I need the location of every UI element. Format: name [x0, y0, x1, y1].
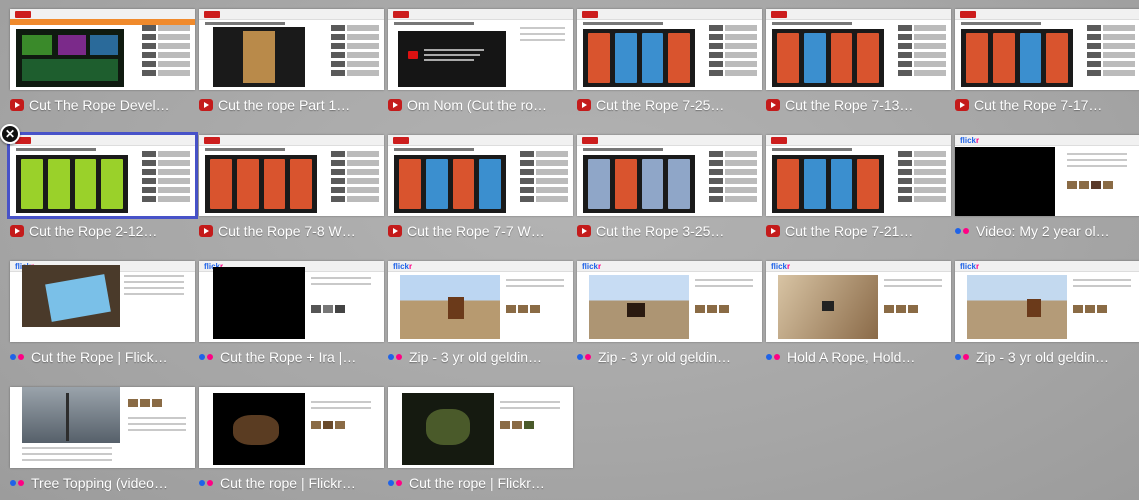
youtube-icon	[766, 225, 780, 237]
tab-thumbnail[interactable]: Tree Topping (video…	[10, 387, 195, 493]
tab-title: Cut the Rope 2-12…	[29, 223, 158, 239]
tab-title: Cut the Rope 7-17…	[974, 97, 1103, 113]
page-preview[interactable]: flickr	[955, 135, 1139, 216]
tab-thumbnail[interactable]: flickr Cut the Rope | Flick…	[10, 261, 195, 367]
tab-title: Hold A Rope, Hold…	[787, 349, 916, 365]
tab-title: Cut the Rope 7-8 W…	[218, 223, 356, 239]
tab-thumbnail[interactable]: Cut the Rope 7-13…	[766, 9, 951, 115]
tab-title: Cut the Rope 7-21…	[785, 223, 914, 239]
page-preview[interactable]	[199, 135, 384, 216]
tab-thumbnail[interactable]: Cut the Rope 7-21…	[766, 135, 951, 241]
youtube-icon	[577, 99, 591, 111]
tab-title: Cut the Rope 7-25…	[596, 97, 725, 113]
tab-title: Om Nom (Cut the ro…	[407, 97, 548, 113]
page-preview[interactable]: flickr	[199, 261, 384, 342]
page-preview[interactable]	[10, 9, 195, 90]
tab-thumbnail[interactable]: flickr Zip - 3 yr old geldin…	[577, 261, 762, 367]
tab-thumbnail[interactable]: Cut the rope | Flickr…	[388, 387, 573, 493]
youtube-icon	[10, 99, 24, 111]
flickr-icon	[766, 351, 782, 363]
page-preview[interactable]: flickr	[766, 261, 951, 342]
tab-title: Cut the rope Part 1…	[218, 97, 351, 113]
tab-thumbnail[interactable]: flickr Hold A Rope, Hold…	[766, 261, 951, 367]
tab-thumbnail[interactable]: Cut the Rope 7-17…	[955, 9, 1139, 115]
tab-thumbnail[interactable]: flickr Video: My 2 year ol…	[955, 135, 1139, 241]
flickr-icon	[955, 351, 971, 363]
youtube-icon	[199, 99, 213, 111]
tab-title: Cut the Rope 7-7 W…	[407, 223, 545, 239]
tab-thumbnail[interactable]: flickr Zip - 3 yr old geldin…	[388, 261, 573, 367]
youtube-icon	[199, 225, 213, 237]
tab-title: Video: My 2 year ol…	[976, 223, 1110, 239]
flickr-icon	[10, 351, 26, 363]
flickr-icon	[388, 477, 404, 489]
page-preview[interactable]: flickr	[577, 261, 762, 342]
youtube-icon	[766, 99, 780, 111]
tab-title: Cut the Rope 3-25…	[596, 223, 725, 239]
page-preview[interactable]	[766, 135, 951, 216]
page-preview[interactable]	[577, 135, 762, 216]
page-preview[interactable]	[199, 387, 384, 468]
tab-thumbnail[interactable]: Cut The Rope Devel…	[10, 9, 195, 115]
page-preview[interactable]: flickr	[955, 261, 1139, 342]
tab-title: Cut the Rope + Ira |…	[220, 349, 357, 365]
page-preview[interactable]	[7, 132, 198, 219]
tab-title: Cut the rope | Flickr…	[220, 475, 356, 491]
tab-title: Zip - 3 yr old geldin…	[409, 349, 543, 365]
page-preview[interactable]	[955, 9, 1139, 90]
tab-thumbnail[interactable]: flickr Zip - 3 yr old geldin…	[955, 261, 1139, 367]
tab-thumbnail[interactable]: Cut the Rope 7-8 W…	[199, 135, 384, 241]
tab-title: Cut the Rope | Flick…	[31, 349, 168, 365]
youtube-icon	[10, 225, 24, 237]
flickr-icon	[10, 477, 26, 489]
tab-thumbnail[interactable]: flickr Cut the Rope + Ira |…	[199, 261, 384, 367]
tab-thumbnail[interactable]: Cut the Rope 3-25…	[577, 135, 762, 241]
tab-title: Cut the rope | Flickr…	[409, 475, 545, 491]
page-preview[interactable]	[388, 9, 573, 90]
tab-thumbnail[interactable]: Cut the Rope 7-25…	[577, 9, 762, 115]
tab-thumbnail[interactable]: Cut the Rope 2-12…	[7, 132, 198, 241]
page-preview[interactable]: flickr	[388, 261, 573, 342]
tab-thumbnail[interactable]: Cut the Rope 7-7 W…	[388, 135, 573, 241]
page-preview[interactable]	[388, 135, 573, 216]
flickr-icon	[955, 225, 971, 237]
youtube-icon	[388, 225, 402, 237]
close-tab-icon[interactable]: ✕	[0, 124, 20, 144]
tab-title: Zip - 3 yr old geldin…	[976, 349, 1110, 365]
page-preview[interactable]	[388, 387, 573, 468]
youtube-icon	[955, 99, 969, 111]
tab-title: Cut The Rope Devel…	[29, 97, 170, 113]
flickr-icon	[199, 351, 215, 363]
flickr-icon	[199, 477, 215, 489]
page-preview[interactable]	[577, 9, 762, 90]
page-preview[interactable]	[199, 9, 384, 90]
tab-overview-grid: Cut The Rope Devel… Cut the rope Part 1……	[0, 0, 1139, 500]
tab-title: Tree Topping (video…	[31, 475, 168, 491]
youtube-icon	[577, 225, 591, 237]
page-preview[interactable]	[10, 387, 195, 468]
page-preview[interactable]	[766, 9, 951, 90]
tab-title: Zip - 3 yr old geldin…	[598, 349, 732, 365]
youtube-icon	[388, 99, 402, 111]
flickr-icon	[388, 351, 404, 363]
tab-thumbnail[interactable]: Cut the rope | Flickr…	[199, 387, 384, 493]
tab-title: Cut the Rope 7-13…	[785, 97, 914, 113]
tab-thumbnail[interactable]: Om Nom (Cut the ro…	[388, 9, 573, 115]
page-preview[interactable]: flickr	[10, 261, 195, 342]
flickr-icon	[577, 351, 593, 363]
tab-thumbnail[interactable]: Cut the rope Part 1…	[199, 9, 384, 115]
